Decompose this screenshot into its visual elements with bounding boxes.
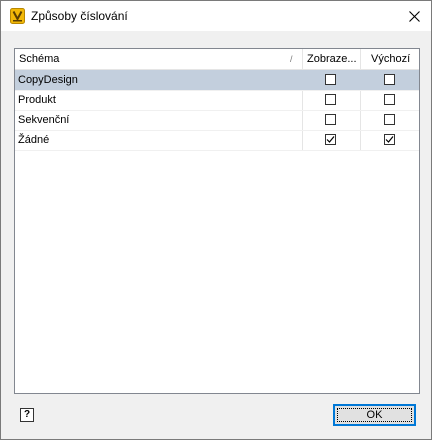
scheme-name: CopyDesign bbox=[18, 74, 78, 86]
app-icon bbox=[10, 8, 25, 24]
column-header-display[interactable]: Zobraze... bbox=[307, 49, 357, 69]
checkmark-icon bbox=[326, 136, 335, 143]
display-checkbox[interactable] bbox=[325, 114, 336, 125]
sort-indicator-icon: / bbox=[290, 54, 293, 64]
display-checkbox[interactable] bbox=[325, 134, 336, 145]
default-checkbox[interactable] bbox=[384, 94, 395, 105]
default-checkbox[interactable] bbox=[384, 114, 395, 125]
grid-header: Schéma / Zobraze... Výchozí bbox=[15, 49, 419, 70]
numbering-schemes-dialog: Způsoby číslování Schéma / Zobraze... Vý… bbox=[0, 0, 432, 440]
table-row[interactable]: Produkt bbox=[15, 90, 419, 111]
scheme-name: Produkt bbox=[18, 94, 56, 106]
help-button[interactable]: ? bbox=[20, 408, 34, 422]
scheme-name: Sekvenční bbox=[18, 114, 70, 126]
checkmark-icon bbox=[385, 136, 394, 143]
ok-button[interactable]: OK bbox=[333, 404, 416, 426]
column-header-default[interactable]: Výchozí bbox=[371, 49, 410, 69]
title-bar[interactable]: Způsoby číslování bbox=[1, 1, 431, 31]
window-title: Způsoby číslování bbox=[31, 9, 128, 23]
default-checkbox[interactable] bbox=[384, 74, 395, 85]
table-row[interactable]: Sekvenční bbox=[15, 110, 419, 131]
close-button[interactable] bbox=[397, 1, 431, 31]
scheme-name: Žádné bbox=[18, 134, 50, 146]
column-header-schema[interactable]: Schéma bbox=[19, 49, 59, 69]
table-row[interactable]: CopyDesign bbox=[15, 70, 419, 91]
default-checkbox[interactable] bbox=[384, 134, 395, 145]
focus-rect bbox=[337, 408, 412, 422]
table-row[interactable]: Žádné bbox=[15, 130, 419, 151]
display-checkbox[interactable] bbox=[325, 74, 336, 85]
display-checkbox[interactable] bbox=[325, 94, 336, 105]
close-icon bbox=[408, 10, 420, 22]
schemes-grid: Schéma / Zobraze... Výchozí CopyDesign Pr… bbox=[14, 48, 420, 394]
